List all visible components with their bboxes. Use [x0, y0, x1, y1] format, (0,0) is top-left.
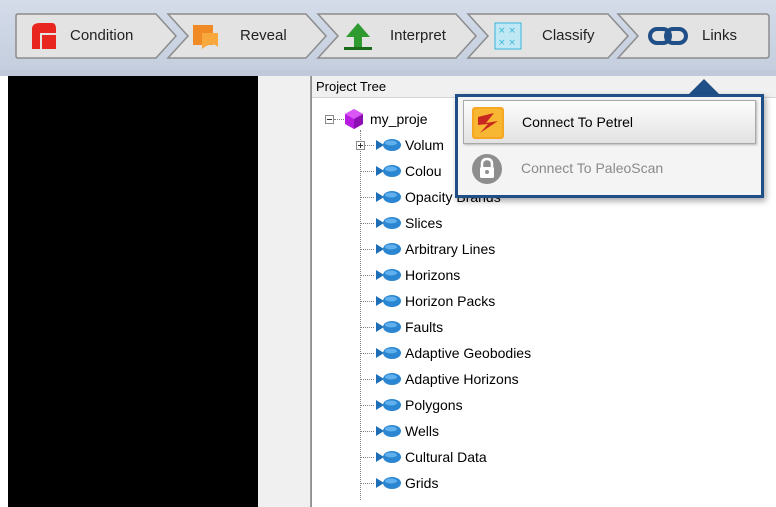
svg-text:× ×: × × — [498, 38, 516, 48]
tree-connector — [360, 483, 374, 484]
condition-icon — [32, 23, 56, 49]
folder-fish-icon — [376, 347, 401, 359]
tree-connector — [360, 223, 374, 224]
tree-item-label: Faults — [405, 319, 444, 335]
tree-connector — [360, 301, 374, 302]
connect-to-paleoscan-menu-item: Connect To PaleoScan — [463, 147, 756, 191]
tree-root-label: my_proje — [370, 111, 428, 127]
petrel-icon — [472, 107, 504, 139]
tree-item-label: Arbitrary Lines — [405, 241, 496, 257]
reveal-label: Reveal — [240, 27, 287, 44]
tree-connector — [360, 405, 374, 406]
tree-item-label: Volum — [405, 137, 444, 153]
tree-connector — [360, 249, 374, 250]
tree-item-label: Adaptive Horizons — [405, 371, 519, 387]
tree-item-label: Colou — [405, 163, 442, 179]
folder-fish-icon — [376, 477, 401, 489]
lock-icon — [472, 154, 502, 184]
links-popup-arrow — [688, 79, 720, 95]
folder-fish-icon — [376, 217, 401, 229]
tree-item-label: Slices — [405, 215, 443, 231]
links-label: Links — [702, 27, 738, 44]
classify-label: Classify — [542, 27, 595, 44]
classify-icon: × × × × — [494, 22, 522, 50]
tree-item-label: Horizons — [405, 267, 461, 283]
tree-item-label: Grids — [405, 475, 439, 491]
tree-root-item[interactable]: my_proje — [370, 106, 428, 132]
root-connector — [334, 119, 344, 120]
root-collapse-toggle[interactable] — [325, 115, 334, 124]
tree-item-label: Cultural Data — [405, 449, 487, 465]
folder-fish-icon — [376, 139, 401, 151]
condition-step-button[interactable]: Condition — [14, 12, 180, 60]
tree-connector — [360, 379, 374, 380]
tree-item-label: Horizon Packs — [405, 293, 496, 309]
tree-connector — [360, 197, 374, 198]
interpret-step-button[interactable]: Interpret — [316, 12, 480, 60]
interpret-arrow-icon — [344, 23, 372, 50]
tree-connector — [360, 457, 374, 458]
folder-fish-icon — [376, 321, 401, 333]
connect-to-petrel-menu-item[interactable]: Connect To Petrel — [463, 100, 756, 144]
interpret-label: Interpret — [390, 27, 446, 44]
folder-fish-icon — [376, 269, 401, 281]
links-icon — [648, 27, 688, 45]
tree-connector — [360, 353, 374, 354]
links-dropdown-menu: Connect To Petrel Connect To PaleoScan — [455, 94, 764, 198]
tree-connector — [360, 327, 374, 328]
folder-fish-icon — [376, 399, 401, 411]
links-step-button[interactable]: Links — [616, 12, 772, 60]
tree-expand-toggle[interactable] — [356, 141, 365, 150]
workflow-toolbar: Condition Reveal Interpret × × × × Class… — [0, 0, 776, 76]
reveal-step-button[interactable]: Reveal — [166, 12, 330, 60]
connect-to-paleoscan-label: Connect To PaleoScan — [521, 160, 664, 176]
folder-fish-icon — [376, 243, 401, 255]
folder-fish-icon — [376, 451, 401, 463]
tree-connector — [360, 275, 374, 276]
tree-item-label: Polygons — [405, 397, 463, 413]
3d-viewport[interactable] — [8, 76, 258, 507]
classify-step-button[interactable]: × × × × Classify — [466, 12, 632, 60]
connect-to-petrel-label: Connect To Petrel — [522, 114, 634, 130]
viewport-side-panel — [258, 76, 311, 507]
condition-label: Condition — [70, 27, 134, 44]
tree-trunk-line — [360, 130, 361, 500]
folder-fish-icon — [376, 295, 401, 307]
tree-item-label: Adaptive Geobodies — [405, 345, 532, 361]
folder-fish-icon — [376, 373, 401, 385]
links-step-shape — [616, 13, 770, 59]
svg-text:× ×: × × — [498, 26, 516, 36]
tree-connector — [360, 171, 374, 172]
tree-item-label: Wells — [405, 423, 439, 439]
tree-connector — [360, 431, 374, 432]
folder-fish-icon — [376, 425, 401, 437]
folder-fish-icon — [376, 165, 401, 177]
folder-fish-icon — [376, 191, 401, 203]
reveal-icon — [193, 25, 218, 49]
purple-cube-icon — [345, 109, 363, 129]
